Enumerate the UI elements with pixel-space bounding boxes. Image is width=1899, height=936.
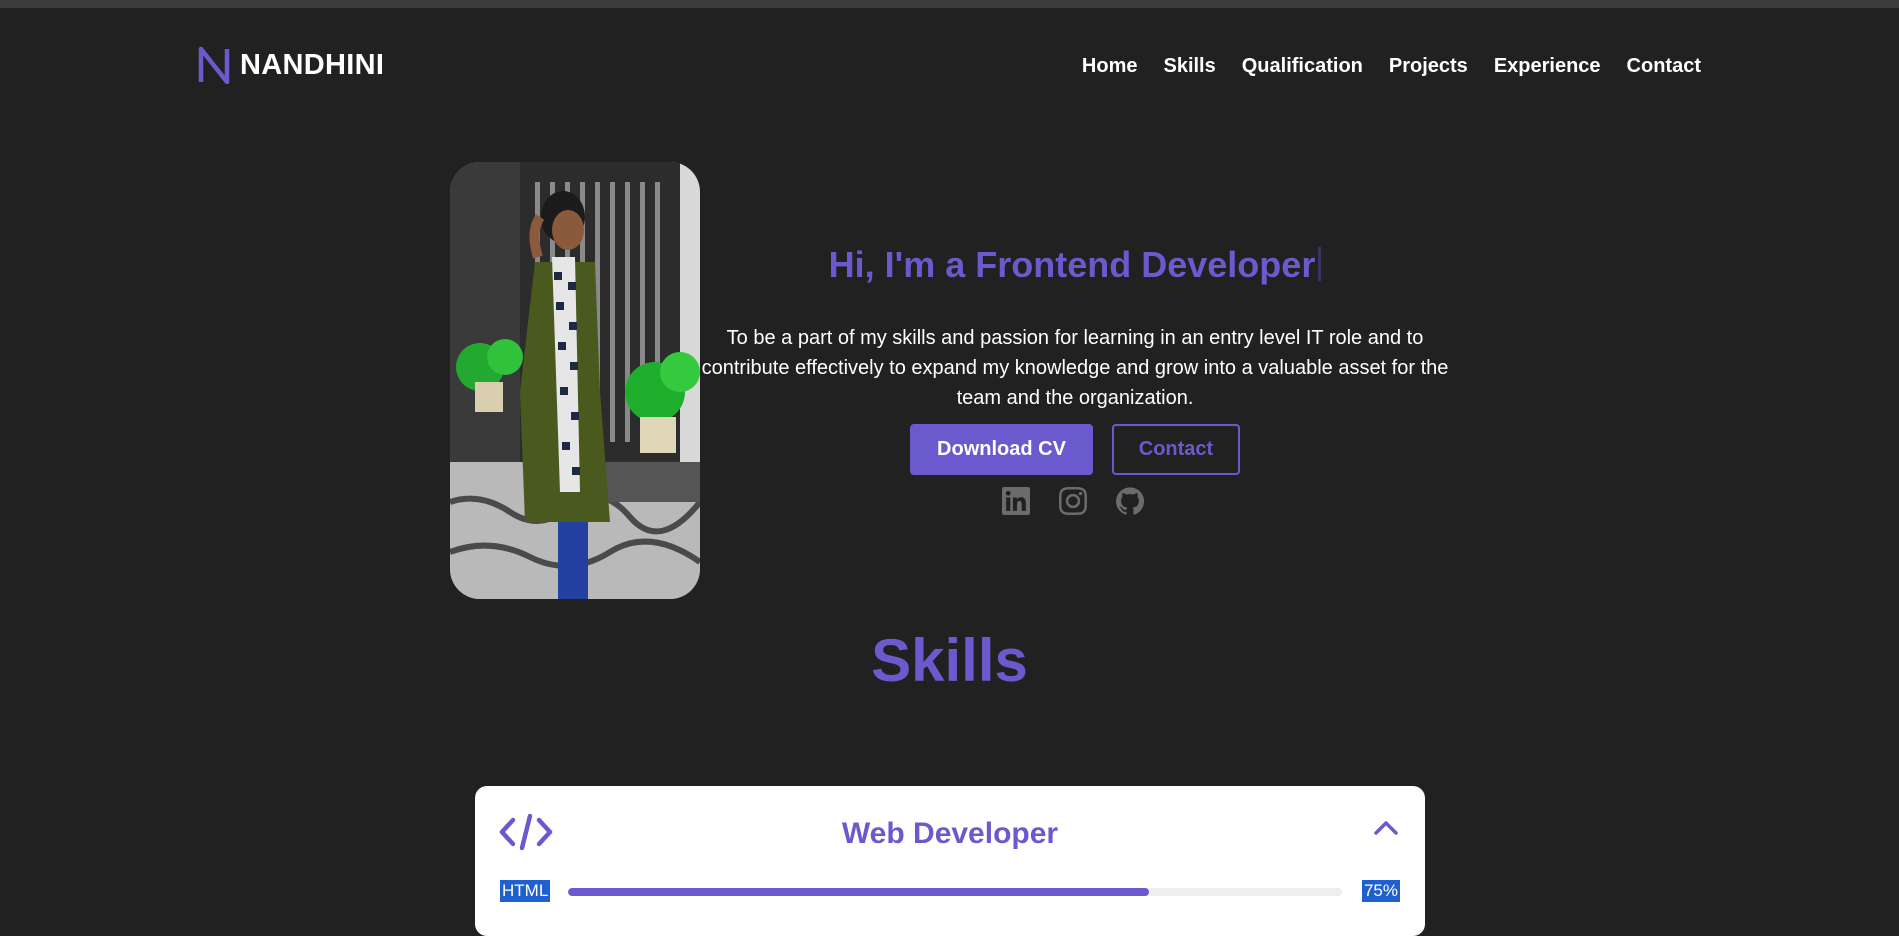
contact-button[interactable]: Contact xyxy=(1112,424,1240,475)
download-cv-button[interactable]: Download CV xyxy=(910,424,1093,475)
nav-home[interactable]: Home xyxy=(1082,55,1138,78)
skill-card-web-developer: Web Developer HTML 75% xyxy=(475,786,1425,936)
skills-section-title: Skills xyxy=(871,627,1028,694)
hero-description: To be a part of my skills and passion fo… xyxy=(701,327,1449,409)
hero-title: Hi, I'm a Frontend Developer xyxy=(700,244,1450,286)
profile-photo xyxy=(450,162,700,599)
logo[interactable]: NANDHINI xyxy=(198,46,384,84)
nav-contact[interactable]: Contact xyxy=(1627,55,1701,78)
chevron-up-icon[interactable] xyxy=(1371,816,1401,840)
skill-row-html: HTML 75% xyxy=(500,880,1400,904)
skill-progress-fill xyxy=(568,888,1149,896)
nav-skills[interactable]: Skills xyxy=(1163,55,1215,78)
brand-name: NANDHINI xyxy=(240,48,385,81)
main-nav: Home Skills Qualification Projects Exper… xyxy=(1082,55,1701,78)
browser-top-strip xyxy=(0,0,1899,8)
hero-title-text: Hi, I'm a Frontend Developer xyxy=(828,244,1316,285)
nav-qualification[interactable]: Qualification xyxy=(1242,55,1363,78)
skill-name: HTML xyxy=(500,880,551,902)
typing-caret xyxy=(1318,247,1322,281)
nav-projects[interactable]: Projects xyxy=(1389,55,1468,78)
skill-percent: 75% xyxy=(1361,880,1400,902)
logo-icon xyxy=(198,46,230,84)
linkedin-icon[interactable] xyxy=(1002,487,1030,515)
hero-actions: Download CV Contact xyxy=(910,424,1240,475)
skill-progress-track xyxy=(568,888,1342,896)
nav-experience[interactable]: Experience xyxy=(1494,55,1601,78)
instagram-icon[interactable] xyxy=(1059,487,1087,515)
skill-card-title: Web Developer xyxy=(841,817,1059,850)
social-links xyxy=(1002,487,1145,515)
github-icon[interactable] xyxy=(1116,487,1145,515)
